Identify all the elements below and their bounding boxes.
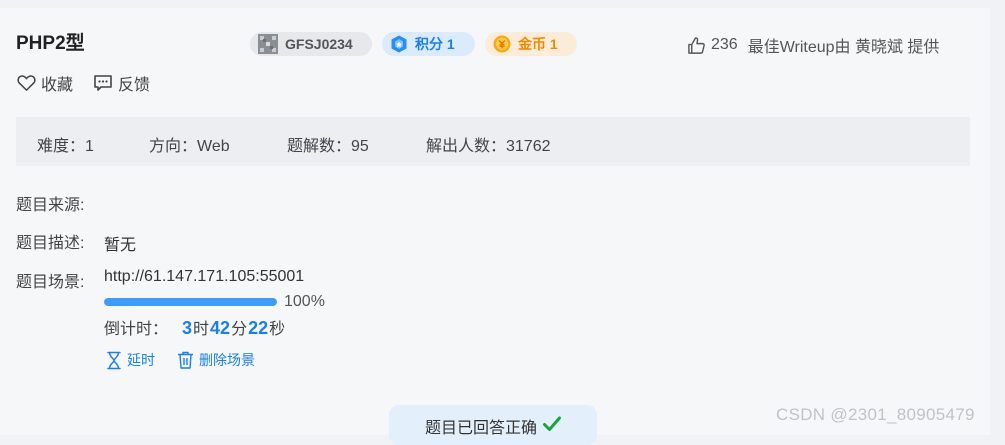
solvers-info: 解出人数：31762 xyxy=(426,138,551,155)
challenge-title: PHP2型 xyxy=(16,33,85,54)
trash-icon xyxy=(178,351,193,369)
scene-actions: 延时 删除场景 xyxy=(106,350,277,370)
challenge-avatar-icon xyxy=(258,34,278,54)
countdown: 倒计时： 3 时 42 分 22 秒 xyxy=(104,315,285,339)
progress-percent: 100% xyxy=(284,293,325,310)
checkmark-icon xyxy=(543,416,561,431)
delete-scene-button[interactable]: 删除场景 xyxy=(177,350,255,370)
favorite-label: 收藏 xyxy=(41,77,74,94)
extend-time-button[interactable]: 延时 xyxy=(106,350,155,370)
scene-label: 题目场景: xyxy=(16,274,85,291)
countdown-hours-unit: 时 xyxy=(193,321,210,338)
countdown-minutes-unit: 分 xyxy=(231,321,248,338)
countdown-minutes: 42 xyxy=(210,318,231,338)
description-label: 题目描述: xyxy=(16,235,85,252)
solved-text: 题目已回答正确 xyxy=(424,420,537,437)
csdn-watermark: CSDN @2301_80905479 xyxy=(776,405,975,424)
challenge-info-bar: 难度：1 方向：Web 题解数：95 解出人数：31762 xyxy=(16,117,970,166)
countdown-hours: 3 xyxy=(182,318,193,338)
heart-icon xyxy=(17,75,36,91)
scene-progress: 100% xyxy=(104,293,325,311)
like-section: 236 最佳Writeup由 黄晓斌 提供 xyxy=(687,33,939,57)
feedback-button[interactable]: 反馈 xyxy=(93,71,150,95)
feedback-label: 反馈 xyxy=(118,77,151,94)
solved-status-badge: 题目已回答正确 xyxy=(389,405,597,445)
description-value: 暂无 xyxy=(104,237,137,254)
score-label: 积分 1 xyxy=(415,36,455,52)
score-badge: 积分 1 xyxy=(382,32,475,56)
challenge-code-badge: GFSJ0234 xyxy=(250,32,372,56)
delete-scene-label: 删除场景 xyxy=(199,352,255,368)
scene-url[interactable]: http://61.147.171.105:55001 xyxy=(104,268,304,286)
score-gem-icon xyxy=(391,35,407,53)
thumbs-up-icon[interactable] xyxy=(687,36,706,55)
difficulty-info: 难度：1 xyxy=(37,138,94,155)
countdown-label: 倒计时： xyxy=(104,321,169,338)
feedback-icon xyxy=(94,75,112,91)
gold-label: 金币 1 xyxy=(518,36,558,52)
progress-track xyxy=(104,298,277,306)
extend-time-label: 延时 xyxy=(127,352,155,368)
hourglass-icon xyxy=(107,351,121,369)
action-bar: 收藏 反馈 xyxy=(17,71,170,95)
gold-coin-icon xyxy=(493,35,511,53)
like-count: 236 xyxy=(711,36,738,53)
countdown-seconds: 22 xyxy=(248,318,269,338)
best-writeup-text[interactable]: 最佳Writeup由 黄晓斌 提供 xyxy=(748,33,940,57)
challenge-code: GFSJ0234 xyxy=(285,36,353,52)
source-label: 题目来源: xyxy=(16,197,85,214)
direction-info: 方向：Web xyxy=(149,138,230,155)
solutions-info: 题解数：95 xyxy=(287,138,369,155)
countdown-seconds-unit: 秒 xyxy=(269,321,286,338)
favorite-button[interactable]: 收藏 xyxy=(17,71,73,95)
gold-badge: 金币 1 xyxy=(485,32,577,56)
progress-fill xyxy=(104,298,277,306)
